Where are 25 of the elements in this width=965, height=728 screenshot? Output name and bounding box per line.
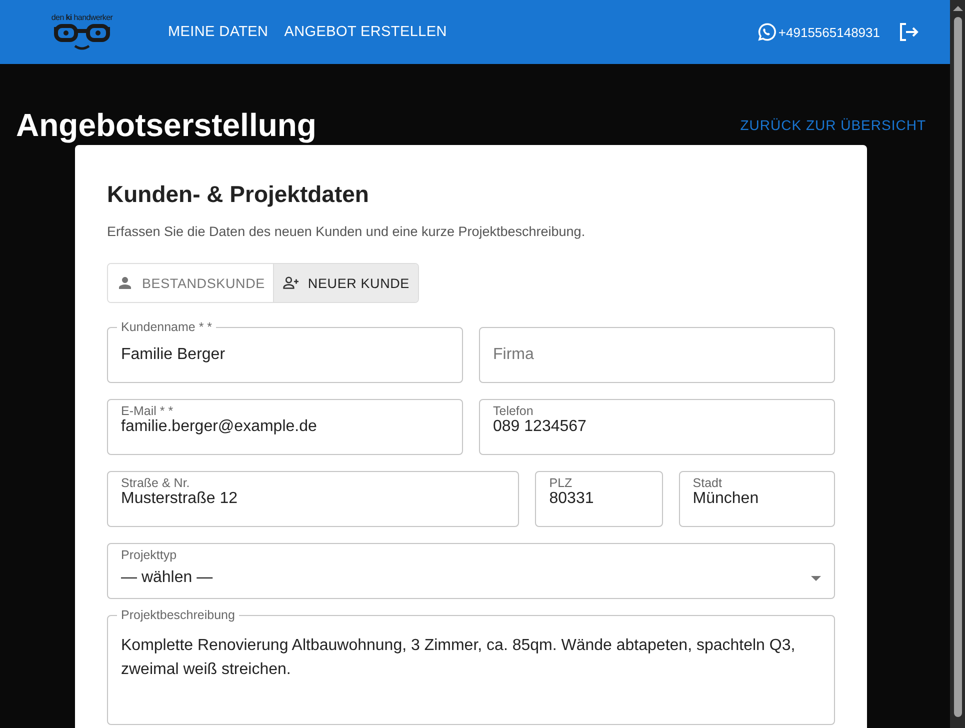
nav-link[interactable]: ANGEBOT ERSTELLEN	[284, 24, 447, 40]
phone-link[interactable]: +4915565148931	[756, 22, 880, 42]
person-icon	[116, 274, 134, 292]
field-label: Kundenname * *	[117, 320, 216, 334]
logo[interactable]: den ki handwerker	[50, 12, 114, 52]
dropdown-caret-icon	[811, 576, 821, 580]
text-field[interactable]: Firma	[479, 327, 835, 383]
toggle-button[interactable]: NEUER KUNDE	[272, 264, 418, 302]
card-subtitle: Erfassen Sie die Daten des neuen Kunden und eine kurze Projektbeschreibung.	[107, 224, 586, 239]
field-label: Straße & Nr.	[120, 476, 191, 490]
chat-phone-icon	[756, 22, 778, 42]
nav-link[interactable]: MEINE DATEN	[168, 24, 268, 40]
page-title: Angebotserstellung	[16, 106, 316, 144]
scrollbar-thumb[interactable]	[954, 17, 962, 717]
field-label: Projektbeschreibung	[117, 608, 239, 622]
scrollbar[interactable]	[950, 0, 965, 728]
scroll-up-icon[interactable]	[952, 6, 962, 11]
person-plus-icon	[282, 274, 300, 292]
field-label: PLZ	[548, 476, 574, 490]
field-label: Stadt	[692, 476, 723, 490]
field-label: E-Mail * *	[120, 404, 174, 418]
field-label: Telefon	[492, 404, 534, 418]
field-label: Projekttyp	[120, 548, 178, 562]
card-title: Kunden- & Projektdaten	[107, 181, 370, 208]
back-link[interactable]: ZURÜCK ZUR ÜBERSICHT	[740, 117, 926, 133]
